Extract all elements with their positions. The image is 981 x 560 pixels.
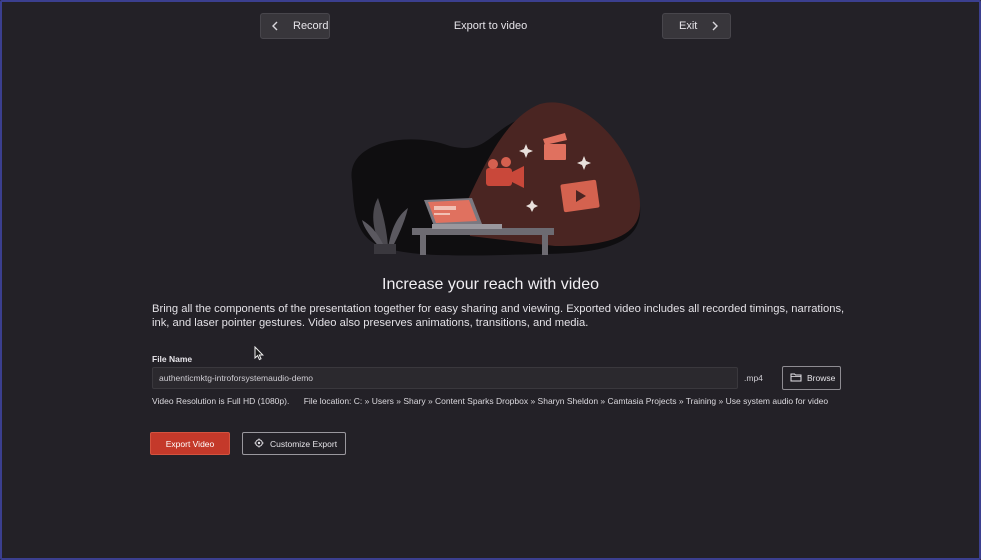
chevron-right-icon bbox=[711, 21, 719, 31]
customize-export-label: Customize Export bbox=[270, 438, 338, 449]
folder-icon bbox=[790, 372, 802, 384]
page-title: Export to video bbox=[453, 20, 528, 32]
gear-icon bbox=[254, 438, 264, 450]
exit-label: Exit bbox=[679, 20, 698, 32]
description-text: Bring all the components of the presenta… bbox=[152, 303, 845, 329]
file-extension: .mp4 bbox=[744, 373, 763, 383]
mouse-pointer-icon bbox=[254, 345, 264, 366]
export-illustration bbox=[351, 102, 641, 256]
browse-button[interactable]: Browse bbox=[782, 366, 841, 390]
exit-button[interactable]: Exit bbox=[662, 13, 731, 39]
browse-label: Browse bbox=[807, 373, 836, 383]
export-info: Video Resolution is Full HD (1080p). Fil… bbox=[152, 396, 828, 406]
file-name-input[interactable]: authenticmktg-introforsystemaudio-demo bbox=[152, 367, 738, 389]
customize-export-button[interactable]: Customize Export bbox=[242, 432, 346, 455]
section-heading: Increase your reach with video bbox=[382, 276, 599, 293]
export-video-button[interactable]: Export Video bbox=[150, 432, 230, 455]
file-location-text: File location: C: » Users » Shary » Cont… bbox=[303, 396, 829, 406]
resolution-text: Video Resolution is Full HD (1080p). bbox=[152, 396, 290, 406]
export-video-label: Export Video bbox=[165, 438, 215, 449]
file-name-label: File Name bbox=[152, 354, 193, 364]
